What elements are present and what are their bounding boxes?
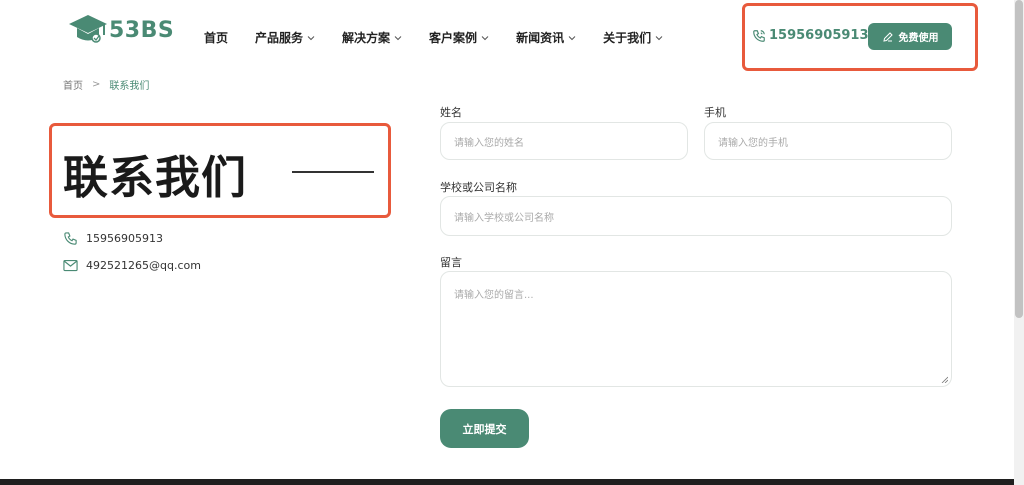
phone-input[interactable]: 请输入您的手机 [704, 122, 952, 160]
scrollbar[interactable] [1014, 0, 1024, 485]
footer-bar [0, 479, 1014, 485]
nav-label: 解决方案 [342, 31, 391, 45]
chevron-down-icon [307, 35, 315, 40]
highlight-box-title [49, 123, 391, 218]
submit-button[interactable]: 立即提交 [440, 409, 529, 448]
message-textarea[interactable]: 请输入您的留言... [440, 271, 952, 387]
phone-icon [64, 232, 77, 245]
nav-item-about[interactable]: 关于我们 [603, 29, 663, 46]
nav-label: 首页 [204, 31, 229, 45]
highlight-box-header [742, 3, 978, 71]
mail-icon [63, 259, 78, 272]
contact-email: 492521265@qq.com [63, 259, 201, 272]
breadcrumb-home[interactable]: 首页 [63, 77, 83, 92]
breadcrumb: 首页 > 联系我们 [63, 77, 149, 92]
message-placeholder: 请输入您的留言... [454, 290, 534, 301]
nav-label: 新闻资讯 [516, 31, 565, 45]
breadcrumb-separator: > [92, 79, 101, 90]
chevron-down-icon [481, 35, 489, 40]
scrollbar-thumb[interactable] [1015, 0, 1023, 318]
nav-item-cases[interactable]: 客户案例 [429, 29, 489, 46]
graduation-cap-icon [69, 15, 107, 43]
nav-label: 关于我们 [603, 31, 652, 45]
phone-label: 手机 [704, 106, 726, 119]
logo-text: 53BS [109, 17, 175, 43]
resize-handle-icon[interactable] [941, 376, 948, 383]
nav-label: 客户案例 [429, 31, 478, 45]
chevron-down-icon [655, 35, 663, 40]
name-label: 姓名 [440, 106, 462, 119]
breadcrumb-current: 联系我们 [109, 81, 150, 92]
nav-item-news[interactable]: 新闻资讯 [516, 29, 576, 46]
main-nav: 首页 产品服务 解决方案 客户案例 新闻资讯 关于我们 [204, 29, 690, 46]
phone-placeholder: 请输入您的手机 [718, 137, 788, 149]
name-placeholder: 请输入您的姓名 [454, 137, 524, 149]
nav-item-products[interactable]: 产品服务 [255, 29, 315, 46]
nav-item-solutions[interactable]: 解决方案 [342, 29, 402, 46]
logo[interactable]: 53BS [68, 13, 174, 47]
submit-label: 立即提交 [462, 422, 507, 436]
company-label: 学校或公司名称 [440, 181, 517, 194]
nav-label: 产品服务 [255, 31, 304, 45]
company-placeholder: 请输入学校或公司名称 [454, 212, 554, 224]
chevron-down-icon [568, 35, 576, 40]
chevron-down-icon [394, 35, 402, 40]
contact-phone-text: 15956905913 [86, 232, 163, 245]
name-input[interactable]: 请输入您的姓名 [440, 122, 688, 160]
contact-email-text: 492521265@qq.com [86, 259, 201, 272]
nav-item-home[interactable]: 首页 [204, 29, 228, 46]
contact-phone: 15956905913 [63, 231, 163, 246]
company-input[interactable]: 请输入学校或公司名称 [440, 196, 952, 236]
message-label: 留言 [440, 256, 462, 269]
